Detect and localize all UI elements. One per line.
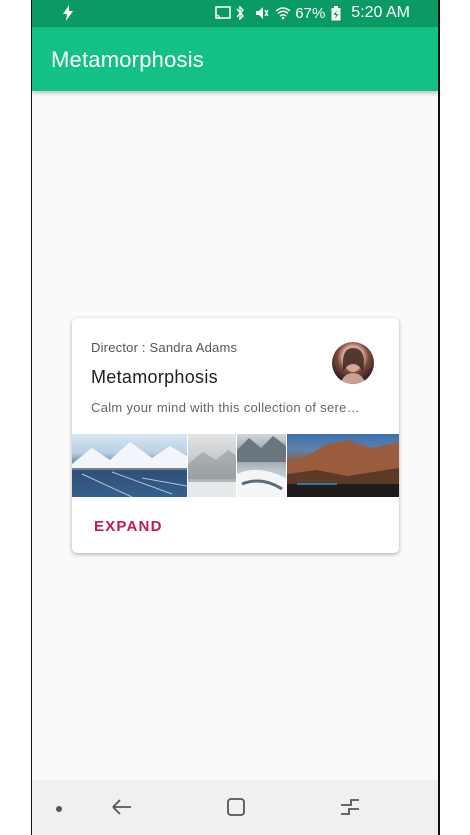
menu-dot-icon[interactable]: [56, 806, 62, 812]
back-icon[interactable]: [111, 797, 133, 822]
frozen-lake-image: [72, 434, 187, 497]
red-cliffs-image: [287, 434, 399, 497]
status-icons: 67% 5:20 AM: [215, 4, 410, 22]
snowy-river-image: [237, 434, 287, 497]
image-strip: [72, 434, 399, 497]
mute-icon: [255, 6, 269, 20]
wifi-icon: [275, 6, 291, 20]
status-bar: 67% 5:20 AM: [32, 0, 438, 27]
home-icon[interactable]: [226, 797, 246, 822]
battery-percent: 67%: [295, 4, 326, 22]
phone-screen: 67% 5:20 AM Metamorphosis Director : San…: [31, 0, 440, 835]
app-title: Metamorphosis: [51, 47, 204, 72]
navigation-bar: [32, 780, 438, 835]
card-description: Calm your mind with this collection of s…: [91, 400, 360, 415]
cast-icon: [215, 6, 232, 20]
card-title: Metamorphosis: [91, 367, 218, 387]
avatar: [332, 342, 374, 384]
story-card[interactable]: Director : Sandra Adams Metamorphosis Ca…: [72, 318, 399, 553]
bluetooth-icon: [235, 5, 249, 21]
battery-charging-icon: [331, 6, 345, 21]
expand-button[interactable]: EXPAND: [94, 518, 163, 535]
app-bar: Metamorphosis: [32, 27, 438, 91]
card-director: Director : Sandra Adams: [91, 340, 238, 355]
status-time: 5:20 AM: [351, 4, 410, 21]
flash-icon: [62, 5, 74, 21]
recents-icon[interactable]: [339, 797, 361, 822]
foggy-mountain-image: [187, 434, 237, 497]
